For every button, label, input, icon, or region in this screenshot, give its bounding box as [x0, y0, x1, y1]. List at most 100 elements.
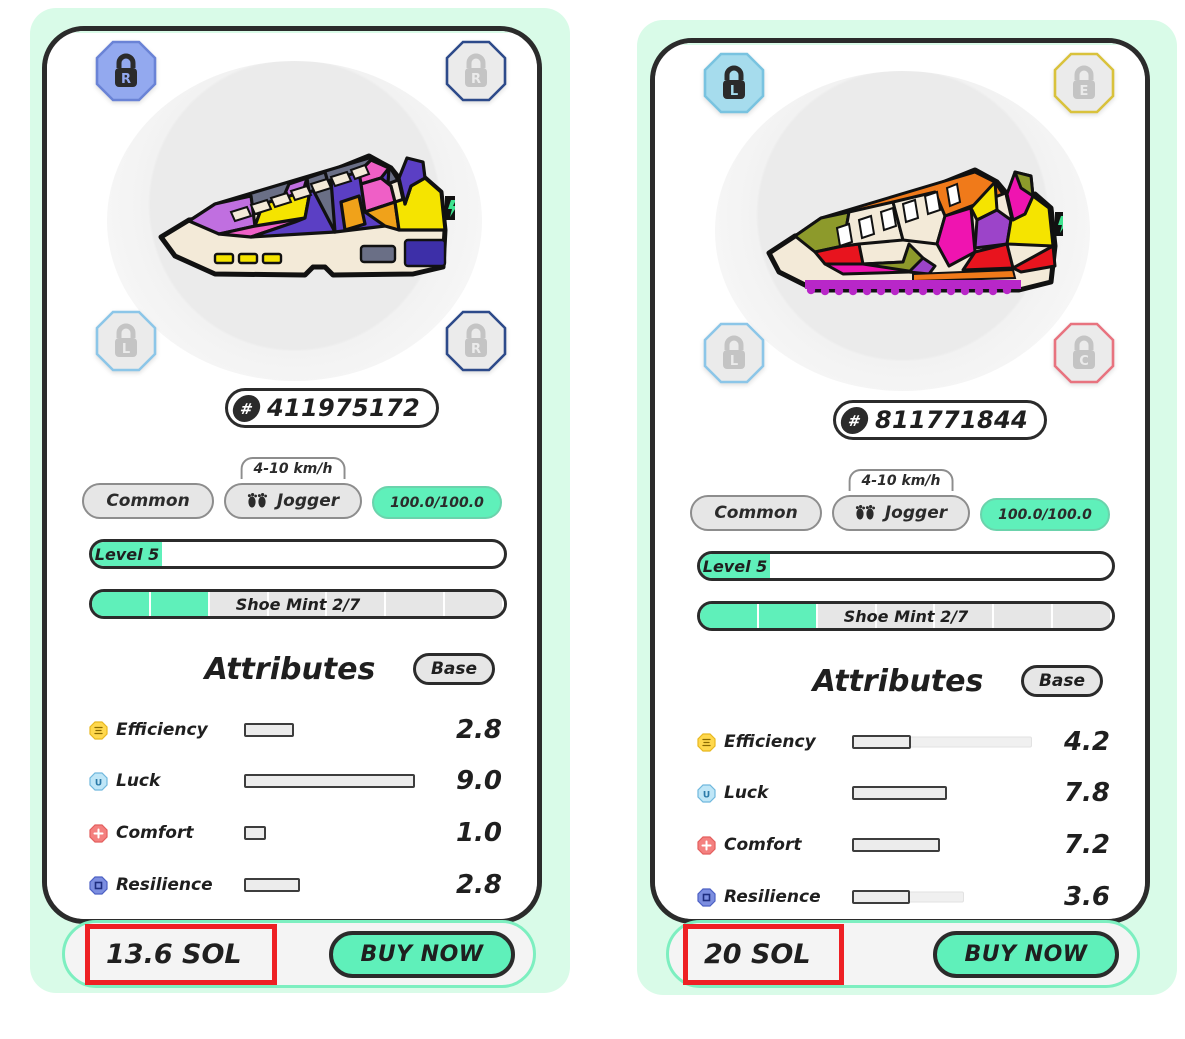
svg-text:U: U	[703, 790, 710, 800]
right-buy-bar: 20 SOL BUY NOW	[666, 920, 1140, 988]
buy-now-label: BUY NOW	[964, 941, 1088, 967]
attributes-title: Attributes	[204, 651, 376, 687]
attribute-row-efficiency: Efficiency 4.2	[697, 725, 1115, 759]
right-hero: L E L C	[655, 43, 1145, 403]
mint-segment	[445, 592, 504, 616]
buy-now-label: BUY NOW	[360, 941, 484, 967]
price-value: 13.6 SOL	[106, 938, 242, 970]
badge-top-left-L[interactable]: L	[703, 52, 765, 114]
luck-icon: U	[697, 783, 716, 803]
level-bar[interactable]: Level 5	[697, 551, 1115, 581]
attribute-row-luck: U Luck 9.0	[89, 764, 507, 798]
attribute-name: Resilience	[724, 887, 821, 907]
level-fill: Level 5	[92, 542, 163, 566]
buy-now-button[interactable]: BUY NOW	[329, 930, 515, 978]
attribute-gauge	[244, 721, 424, 739]
badge-top-right-R[interactable]: R	[445, 40, 507, 102]
level-bar[interactable]: Level 5	[89, 539, 507, 569]
attribute-row-comfort: Comfort 7.2	[697, 828, 1115, 862]
attribute-gauge	[244, 876, 424, 894]
mint-segment	[150, 592, 210, 616]
base-toggle-button[interactable]: Base	[1021, 665, 1103, 697]
gauge-fill	[244, 774, 415, 788]
attribute-name: Comfort	[116, 823, 194, 843]
type-label: Jogger	[884, 503, 948, 523]
gauge-fill	[852, 838, 941, 852]
attribute-value: 2.8	[455, 870, 502, 900]
attribute-value: 2.8	[455, 715, 502, 745]
mint-segment	[269, 592, 328, 616]
price-highlight-box: 20 SOL	[683, 923, 844, 985]
attribute-row-resilience: Resilience 2.8	[89, 868, 507, 902]
base-label: Base	[430, 659, 478, 679]
mint-segment	[92, 592, 151, 616]
efficiency-icon	[697, 732, 716, 752]
mint-segment	[700, 604, 759, 628]
mint-bar[interactable]: Shoe Mint 2/7	[697, 601, 1115, 631]
mint-segment	[327, 592, 387, 616]
energy-label: 100.0/100.0	[998, 506, 1092, 523]
energy-chip[interactable]: 100.0/100.0	[980, 498, 1110, 531]
badge-top-left-R[interactable]: R	[95, 40, 157, 102]
type-chip-wrap: 4-10 km/h Jogger	[832, 469, 970, 531]
attribute-value: 3.6	[1063, 882, 1110, 912]
attribute-row-efficiency: Efficiency 2.8	[89, 713, 507, 747]
attribute-gauge	[852, 836, 1032, 854]
attribute-gauge	[244, 824, 424, 842]
shoe-id-chip[interactable]: # 811771844	[833, 400, 1047, 440]
attribute-value: 1.0	[455, 818, 502, 848]
energy-chip[interactable]: 100.0/100.0	[372, 486, 502, 519]
hash-icon: #	[838, 406, 871, 434]
attribute-name: Efficiency	[116, 720, 208, 740]
svg-text:E: E	[1080, 84, 1089, 99]
attribute-row-luck: U Luck 7.8	[697, 776, 1115, 810]
shoe-id-value: 411975172	[267, 394, 420, 422]
level-label: Level 5	[94, 544, 160, 564]
mint-segment	[877, 604, 936, 628]
speed-label: 4-10 km/h	[861, 473, 941, 489]
attribute-name: Efficiency	[724, 732, 816, 752]
badge-top-right-E[interactable]: E	[1053, 52, 1115, 114]
rarity-label: Common	[714, 503, 798, 523]
footsteps-icon	[855, 504, 877, 522]
attribute-gauge	[852, 784, 1032, 802]
type-chip[interactable]: Jogger	[832, 495, 970, 531]
rarity-chip[interactable]: Common	[82, 483, 214, 519]
shoe-id-value: 811771844	[875, 406, 1028, 434]
mint-segment	[994, 604, 1054, 628]
attribute-gauge	[852, 733, 1032, 751]
mint-segment	[818, 604, 877, 628]
shoe-id-chip[interactable]: # 411975172	[225, 388, 439, 428]
left-hero: R R L R	[47, 31, 537, 391]
attribute-name: Comfort	[724, 835, 802, 855]
energy-label: 100.0/100.0	[390, 494, 484, 511]
comfort-icon	[697, 835, 716, 855]
type-chip[interactable]: Jogger	[224, 483, 362, 519]
rarity-chip[interactable]: Common	[690, 495, 822, 531]
attributes-header: Attributes Base	[655, 661, 1145, 701]
resilience-icon	[89, 875, 108, 895]
attribute-name: Resilience	[116, 875, 213, 895]
shoe-image	[155, 134, 455, 289]
badge-bottom-left-L[interactable]: L	[703, 322, 765, 384]
attribute-row-resilience: Resilience 3.6	[697, 880, 1115, 914]
rarity-label: Common	[106, 491, 190, 511]
level-label: Level 5	[702, 556, 768, 576]
base-toggle-button[interactable]: Base	[413, 653, 495, 685]
right-shoe-card: L E L C # 811771844 Common 4-10 km/h Jog…	[650, 38, 1150, 924]
gauge-fill	[244, 826, 266, 840]
attribute-gauge	[852, 888, 1032, 906]
speed-label: 4-10 km/h	[253, 461, 333, 477]
badge-bottom-right-C[interactable]: C	[1053, 322, 1115, 384]
badge-bottom-left-L[interactable]: L	[95, 310, 157, 372]
gauge-fill	[852, 735, 912, 749]
mint-segment	[1053, 604, 1112, 628]
buy-now-button[interactable]: BUY NOW	[933, 930, 1119, 978]
badge-bottom-right-R[interactable]: R	[445, 310, 507, 372]
shoe-image	[763, 148, 1063, 303]
svg-text:U: U	[95, 778, 102, 788]
attribute-gauge	[244, 772, 424, 790]
gauge-fill	[852, 890, 910, 904]
mint-bar[interactable]: Shoe Mint 2/7	[89, 589, 507, 619]
svg-text:L: L	[122, 342, 130, 357]
